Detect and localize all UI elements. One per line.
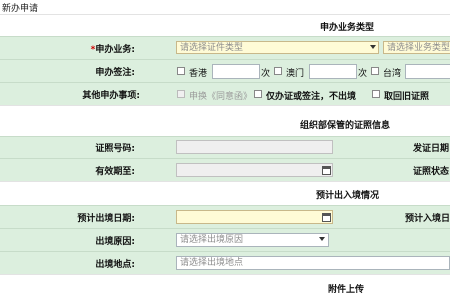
macau-checkbox[interactable] [274,67,282,75]
consent-letter-checkbox[interactable] [177,90,185,98]
hk-checkbox[interactable] [177,67,185,75]
taiwan-times-input[interactable] [405,64,450,79]
row-exit-place: 出境地点: 请选择出境地点 [0,251,450,274]
macau-label: 澳门 [286,69,305,79]
hk-label: 香港 [189,69,208,79]
row-exit-date: 预计出境日期: 预计入境日期 [0,205,450,228]
retrieve-old-cert-label: 取回旧证照 [384,92,430,102]
field-label-exit-date: 预计出境日期: [77,214,135,224]
exit-place-placeholder: 请选择出境地点 [180,258,244,268]
retrieve-old-cert-checkbox[interactable] [372,90,380,98]
chevron-down-icon [370,45,376,49]
calendar-icon[interactable] [322,166,331,175]
section-title: 申办业务类型 [320,23,375,33]
section-header-business-type: 申办业务类型 [0,14,450,37]
field-label-cert-number: 证照号码: [95,144,135,154]
row-other-items: 其他申办事项: 申换《同意函》 仅办证或签注，不出境 取回旧证照 [0,82,450,105]
field-label-cert-status: 证照状态 [413,167,450,177]
taiwan-label: 台湾 [383,69,402,79]
section-header-attachments: 附件上传 [0,274,450,301]
row-endorsement: 申办签注: 香港 次 澳门 次 台湾 [0,59,450,82]
business-type-placeholder: 请选择业务类型 [387,43,450,53]
section-header-exit-entry: 预计出入境情况 [0,181,450,206]
row-valid-until: 有效期至: 证照状态 [0,158,450,181]
taiwan-checkbox[interactable] [371,67,379,75]
valid-until-date-input[interactable] [176,163,333,177]
exit-date-input[interactable] [176,210,333,224]
field-label-business: *申办业务: [50,42,135,55]
label-text: 申办业务: [95,45,135,55]
exit-place-input[interactable]: 请选择出境地点 [176,256,450,270]
field-label-endorsement: 申办签注: [95,68,135,78]
calendar-icon[interactable] [322,213,331,222]
row-exit-reason: 出境原因: 请选择出境原因 [0,228,450,251]
consent-letter-label: 申换《同意函》 [189,92,253,102]
cert-type-placeholder: 请选择证件类型 [180,43,244,53]
section-title: 附件上传 [328,285,365,295]
field-label-other-items: 其他申办事项: [82,91,140,101]
window-title: 新办申请 [2,4,39,14]
section-header-certificate-info: 组织部保管的证照信息 [0,105,450,136]
row-business: *申办业务: 请选择证件类型 请选择业务类型 [0,36,450,59]
cert-number-input[interactable] [176,140,333,154]
hk-times-unit: 次 [261,69,271,79]
section-title: 预计出入境情况 [316,191,380,201]
macau-times-input[interactable] [309,64,357,79]
field-label-exit-place: 出境地点: [95,260,135,270]
field-label-issue-date: 发证日期 [413,144,450,154]
no-exit-label: 仅办证或签注，不出境 [266,92,357,102]
cert-type-select[interactable]: 请选择证件类型 [176,41,379,54]
no-exit-checkbox[interactable] [254,90,262,98]
macau-times-unit: 次 [358,69,368,79]
field-label-exit-reason: 出境原因: [95,237,135,247]
chevron-down-icon [319,237,325,241]
row-cert-number: 证照号码: 发证日期 [0,136,450,158]
business-type-select[interactable]: 请选择业务类型 [383,41,450,54]
section-title: 组织部保管的证照信息 [300,121,391,131]
hk-times-input[interactable] [212,64,260,79]
field-label-valid-until: 有效期至: [95,167,135,177]
field-label-entry-date: 预计入境日期 [405,214,450,224]
exit-reason-select[interactable]: 请选择出境原因 [176,233,329,247]
window-titlebar: 新办申请 [0,0,450,14]
exit-reason-placeholder: 请选择出境原因 [180,235,244,245]
